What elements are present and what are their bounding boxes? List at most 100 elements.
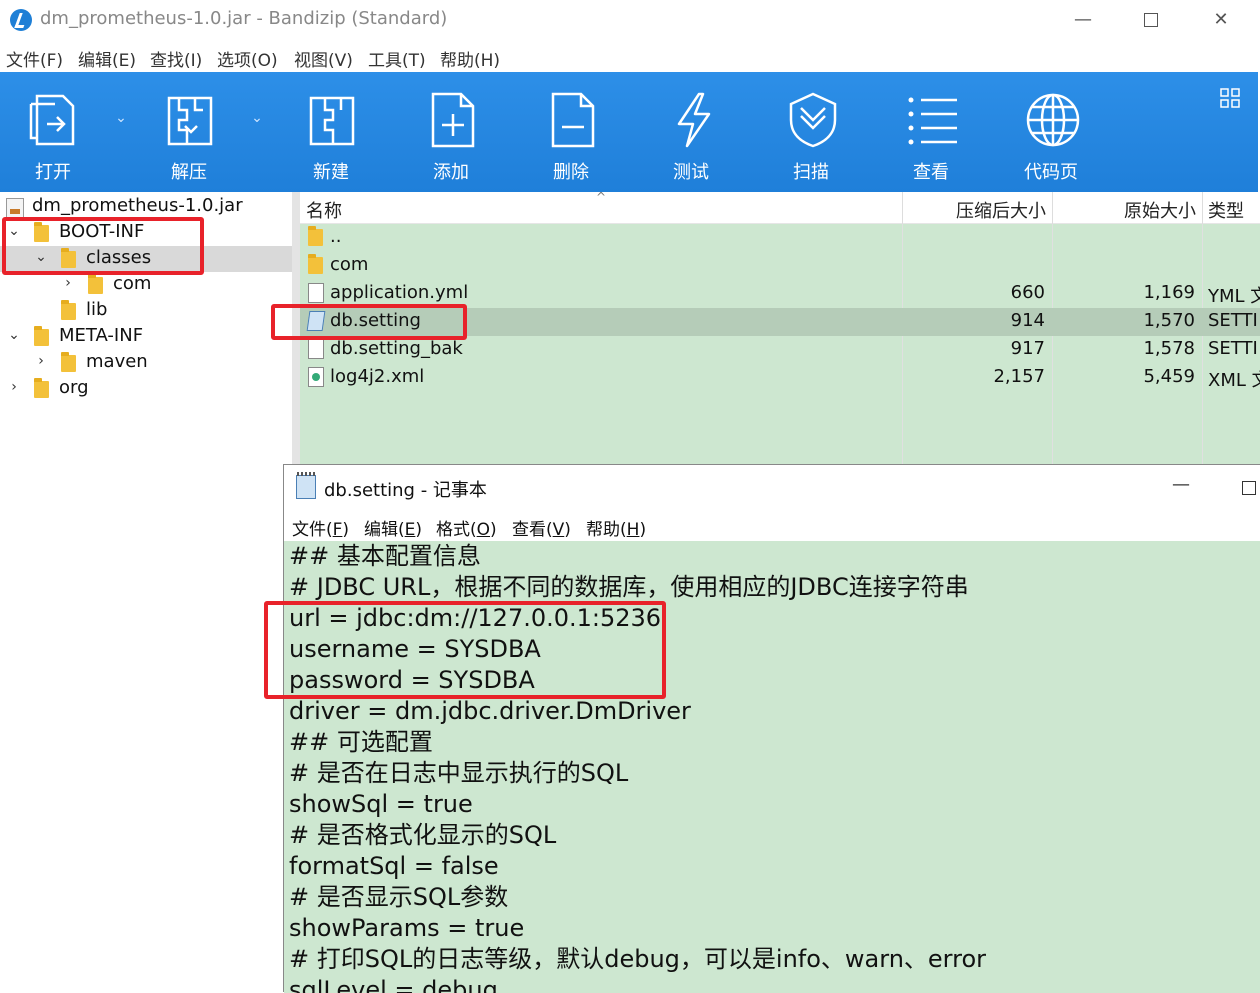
file-compressed-size: 2,157 — [993, 366, 1045, 387]
notepad-menu-file[interactable]: 文件(F) — [292, 515, 349, 540]
file-original-size: 1,578 — [1143, 338, 1195, 359]
column-compressed-header[interactable]: 压缩后大小 — [956, 197, 1046, 223]
new-archive-icon — [309, 96, 355, 146]
layout-grid-icon[interactable] — [1220, 88, 1240, 108]
notepad-menu-help[interactable]: 帮助(H) — [586, 515, 646, 540]
menu-bar: 文件(F) 编辑(E) 查找(I) 选项(O) 视图(V) 工具(T) 帮助(H… — [0, 40, 1260, 72]
folder-icon — [88, 274, 103, 294]
view-button[interactable]: 查看 — [881, 72, 981, 192]
text-line: # 是否在日志中显示执行的SQL — [289, 759, 629, 787]
file-original-size: 1,570 — [1143, 310, 1195, 331]
notepad-maximize-button[interactable] — [1242, 481, 1256, 495]
column-original-header[interactable]: 原始大小 — [1124, 197, 1196, 223]
file-type: SETTI — [1208, 338, 1258, 359]
folder-icon — [34, 326, 49, 346]
chevron-right-icon[interactable]: › — [33, 353, 49, 369]
delete-file-icon — [551, 92, 595, 148]
sort-ascending-icon: ^ — [596, 192, 607, 204]
chevron-right-icon[interactable]: › — [6, 379, 22, 395]
folder-icon — [308, 254, 323, 274]
tree-item-label: org — [59, 377, 89, 398]
window-title: dm_prometheus-1.0.jar - Bandizip (Standa… — [40, 8, 448, 29]
highlight-box-boot-inf — [2, 217, 204, 275]
chevron-right-icon[interactable]: › — [60, 275, 76, 291]
open-label: 打开 — [35, 162, 71, 183]
header-divider[interactable] — [1202, 192, 1203, 224]
menu-edit[interactable]: 编辑(E) — [78, 46, 136, 71]
tree-item-lib[interactable]: lib — [0, 298, 292, 324]
maximize-icon — [1144, 13, 1158, 27]
add-file-icon — [431, 92, 475, 148]
file-row-parent[interactable]: .. — [300, 224, 1260, 252]
maximize-button[interactable] — [1128, 4, 1174, 36]
add-button[interactable]: 添加 — [401, 72, 501, 192]
extract-icon — [167, 96, 213, 146]
open-dropdown-icon[interactable]: ⌄ — [111, 110, 131, 126]
text-line: # JDBC URL，根据不同的数据库，使用相应的JDBC连接字符串 — [289, 573, 969, 601]
file-name: com — [330, 254, 369, 275]
codepage-button[interactable]: 代码页 — [1001, 72, 1101, 192]
notepad-window: db.setting - 记事本 — 文件(F) 编辑(E) 格式(O) 查看(… — [283, 464, 1260, 993]
tree-item-com[interactable]: › com — [0, 272, 292, 298]
scan-label: 扫描 — [793, 162, 829, 183]
menu-file[interactable]: 文件(F) — [6, 46, 63, 71]
notepad-minimize-button[interactable]: — — [1172, 474, 1190, 495]
highlight-box-db-setting — [271, 304, 467, 340]
notepad-menu-view[interactable]: 查看(V) — [512, 515, 571, 540]
open-button[interactable]: 打开 — [3, 72, 103, 192]
file-row-com[interactable]: com — [300, 252, 1260, 280]
new-button[interactable]: 新建 — [281, 72, 381, 192]
file-icon — [308, 283, 324, 303]
header-divider[interactable] — [1052, 192, 1053, 224]
menu-find[interactable]: 查找(I) — [150, 46, 202, 71]
close-button[interactable]: ✕ — [1198, 4, 1244, 36]
new-label: 新建 — [313, 162, 349, 183]
minimize-button[interactable]: — — [1060, 4, 1106, 36]
text-line: ## 可选配置 — [289, 728, 433, 756]
scan-button[interactable]: 扫描 — [761, 72, 861, 192]
notepad-icon — [296, 472, 316, 499]
tree-item-org[interactable]: › org — [0, 376, 292, 402]
file-original-size: 1,169 — [1143, 282, 1195, 303]
notepad-title-bar: db.setting - 记事本 — — [284, 465, 1260, 509]
header-divider[interactable] — [902, 192, 903, 224]
file-name: log4j2.xml — [330, 366, 425, 387]
file-compressed-size: 914 — [1010, 310, 1045, 331]
globe-icon — [1026, 93, 1080, 147]
delete-button[interactable]: 删除 — [521, 72, 621, 192]
file-compressed-size: 917 — [1010, 338, 1045, 359]
folder-icon — [61, 300, 76, 320]
delete-label: 删除 — [553, 162, 589, 183]
file-row-db-setting-bak[interactable]: db.setting_bak 917 1,578 SETTI — [300, 336, 1260, 364]
jar-archive-icon — [6, 198, 24, 218]
notepad-menu-edit[interactable]: 编辑(E) — [364, 515, 422, 540]
file-original-size: 5,459 — [1143, 366, 1195, 387]
file-row-log4j2-xml[interactable]: log4j2.xml 2,157 5,459 XML 文 — [300, 364, 1260, 392]
text-line: # 是否格式化显示的SQL — [289, 821, 557, 849]
list-view-icon — [908, 97, 957, 145]
text-line: showSql = true — [289, 790, 473, 818]
menu-help[interactable]: 帮助(H) — [440, 46, 500, 71]
tree-item-label: maven — [86, 351, 148, 372]
notepad-menu-bar: 文件(F) 编辑(E) 格式(O) 查看(V) 帮助(H) — [284, 509, 1260, 541]
bandizip-logo-icon — [10, 9, 32, 31]
menu-options[interactable]: 选项(O) — [217, 46, 278, 71]
extract-button[interactable]: 解压 — [139, 72, 239, 192]
tree-item-maven[interactable]: › maven — [0, 350, 292, 376]
extract-label: 解压 — [171, 162, 207, 183]
tree-item-label: com — [113, 273, 152, 294]
extract-dropdown-icon[interactable]: ⌄ — [247, 110, 267, 126]
file-name: db.setting_bak — [330, 338, 463, 359]
column-type-header[interactable]: 类型 — [1208, 197, 1244, 223]
test-button[interactable]: 测试 — [641, 72, 741, 192]
chevron-down-icon[interactable]: ⌄ — [6, 327, 22, 343]
folder-icon — [308, 226, 323, 246]
tree-item-meta-inf[interactable]: ⌄ META-INF — [0, 324, 292, 350]
text-line: formatSql = false — [289, 852, 499, 880]
menu-tools[interactable]: 工具(T) — [368, 46, 426, 71]
file-name: application.yml — [330, 282, 469, 303]
menu-view[interactable]: 视图(V) — [294, 46, 353, 71]
notepad-menu-format[interactable]: 格式(O) — [436, 515, 497, 540]
column-name-header[interactable]: 名称 — [306, 197, 342, 223]
file-icon — [308, 339, 324, 359]
